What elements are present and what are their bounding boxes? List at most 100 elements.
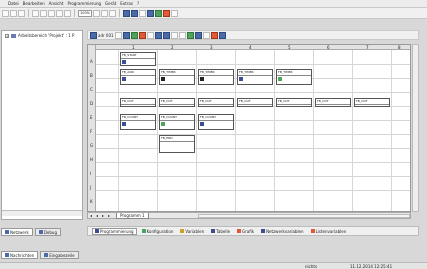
block-header [277, 102, 311, 105]
tab-command-line[interactable]: Eingabezeile [40, 251, 79, 259]
move-icon[interactable] [202, 31, 210, 39]
grid-line [96, 134, 410, 135]
redo-icon[interactable] [64, 9, 71, 17]
cut-icon[interactable] [32, 9, 39, 17]
run-icon[interactable] [155, 9, 162, 17]
function-block[interactable]: FB_OUT [198, 98, 234, 107]
zoom-fit-icon[interactable] [109, 9, 116, 17]
undo-icon[interactable] [56, 9, 63, 17]
tab-list-variables[interactable]: Listenvariablen [309, 228, 349, 235]
left-panel-tabs: Netzwerk Debug [1, 228, 83, 236]
tab-network-variables[interactable]: Netzwerkvariablen [259, 228, 306, 235]
tab-table[interactable]: Tabelle [209, 228, 232, 235]
math-icon[interactable] [194, 31, 202, 39]
next-sheet-icon[interactable]: ▸ [102, 213, 106, 218]
function-icon[interactable] [154, 31, 162, 39]
grid-line [118, 50, 119, 211]
column-label: 2 [171, 45, 174, 50]
function-block[interactable]: FB_START [120, 52, 156, 66]
counter-icon[interactable] [170, 31, 178, 39]
line-icon[interactable] [114, 31, 122, 39]
save-icon[interactable] [18, 9, 25, 17]
function-block[interactable]: FB_OUT [354, 98, 390, 107]
grid-vertical-scrollbar[interactable] [412, 44, 419, 212]
block-icon[interactable] [122, 31, 130, 39]
tab-debug[interactable]: Debug [34, 228, 61, 236]
copy-icon[interactable] [40, 9, 47, 17]
view-tabs: Programmierung Konfiguration Variablen T… [87, 226, 419, 236]
grid-horizontal-scrollbar[interactable] [198, 214, 410, 218]
zoom-select[interactable]: 100% [78, 9, 92, 17]
function-block[interactable]: FB_OUT [120, 98, 156, 107]
tab-debug-label: Debug [43, 229, 57, 235]
function-block[interactable]: FB_TIMER [159, 69, 195, 85]
settings-icon[interactable] [171, 9, 178, 17]
function-block[interactable]: FB_TIMER [237, 69, 273, 85]
compile-icon[interactable] [123, 9, 130, 17]
function-block[interactable]: FB_COUNT [198, 114, 234, 130]
toolbar-separator [119, 9, 120, 17]
project-tree-root[interactable]: + Arbeitsbereich 'Projekt' : 1 P [5, 33, 74, 38]
tab-programming[interactable]: Programmierung [92, 227, 137, 235]
timer-icon[interactable] [162, 31, 170, 39]
first-sheet-icon[interactable]: ◂ [90, 213, 94, 218]
zoom-out-icon[interactable] [101, 9, 108, 17]
function-block[interactable]: FB_TIMER [198, 69, 234, 85]
monitor-icon[interactable] [147, 9, 154, 17]
function-block[interactable]: FB_OUT [237, 98, 273, 107]
column-label: 6 [327, 45, 330, 50]
tab-variables[interactable]: Variablen [178, 228, 206, 235]
tab-label: Nachrichten [10, 252, 35, 258]
tab-label: Eingabezeile [49, 252, 75, 258]
tab-messages[interactable]: Nachrichten [1, 251, 39, 259]
pointer-icon[interactable] [90, 31, 97, 39]
function-block[interactable]: FB_COUNT [159, 114, 195, 130]
tab-network[interactable]: Netzwerk [1, 228, 33, 236]
row-label: J [90, 185, 92, 190]
variable-icon[interactable] [146, 31, 154, 39]
prev-sheet-icon[interactable]: ◂ [96, 213, 100, 218]
input-icon[interactable] [130, 31, 138, 39]
menu-extras[interactable]: Extras [120, 1, 133, 6]
logic-icon[interactable] [186, 31, 194, 39]
paste-icon[interactable] [48, 9, 55, 17]
tab-configuration[interactable]: Konfiguration [140, 228, 176, 235]
block-header [160, 118, 194, 121]
download-icon[interactable] [131, 9, 138, 17]
function-block[interactable]: FB_OUT [276, 98, 312, 107]
menu-edit[interactable]: Bearbeiten [23, 1, 45, 6]
menu-view[interactable]: Ansicht [49, 1, 64, 6]
function-block[interactable]: FB_TIMER [276, 69, 312, 85]
block-icon [239, 77, 243, 81]
compare-icon[interactable] [178, 31, 186, 39]
function-block[interactable]: FB_END [159, 135, 195, 153]
menu-device[interactable]: Gerät [105, 1, 116, 6]
function-block[interactable]: FB_OUT [159, 98, 195, 107]
block-header [121, 118, 155, 121]
open-icon[interactable] [10, 9, 17, 17]
project-panel-scrollbar[interactable] [2, 210, 82, 216]
block-header [199, 102, 233, 105]
function-block[interactable]: FB_COUNT [120, 114, 156, 130]
menu-file[interactable]: Datei [8, 1, 19, 6]
sheet-tab-program-1[interactable]: Programm 1 [116, 213, 149, 219]
programming-grid[interactable]: 1 2 3 4 5 6 7 8 A B C D E F G H I J K FB… [87, 44, 411, 212]
new-icon[interactable] [2, 9, 9, 17]
function-block[interactable]: FB_OUT [315, 98, 351, 107]
last-sheet-icon[interactable]: ▸ [108, 213, 112, 218]
stop-icon[interactable] [163, 9, 170, 17]
grid-line [274, 50, 275, 211]
function-block[interactable]: FB_AND [120, 69, 156, 85]
workspace-icon [11, 33, 16, 38]
align-icon[interactable] [218, 31, 226, 39]
output-icon[interactable] [138, 31, 146, 39]
delete-icon[interactable] [210, 31, 218, 39]
zoom-in-icon[interactable] [93, 9, 100, 17]
menu-programming[interactable]: Programmierung [67, 1, 101, 6]
tab-graphic[interactable]: Grafik [235, 228, 256, 235]
grid-line [352, 50, 353, 211]
menu-help[interactable]: ? [137, 1, 139, 6]
expand-icon[interactable]: + [5, 33, 9, 38]
device-icon[interactable] [139, 9, 146, 17]
block-header [160, 73, 194, 76]
